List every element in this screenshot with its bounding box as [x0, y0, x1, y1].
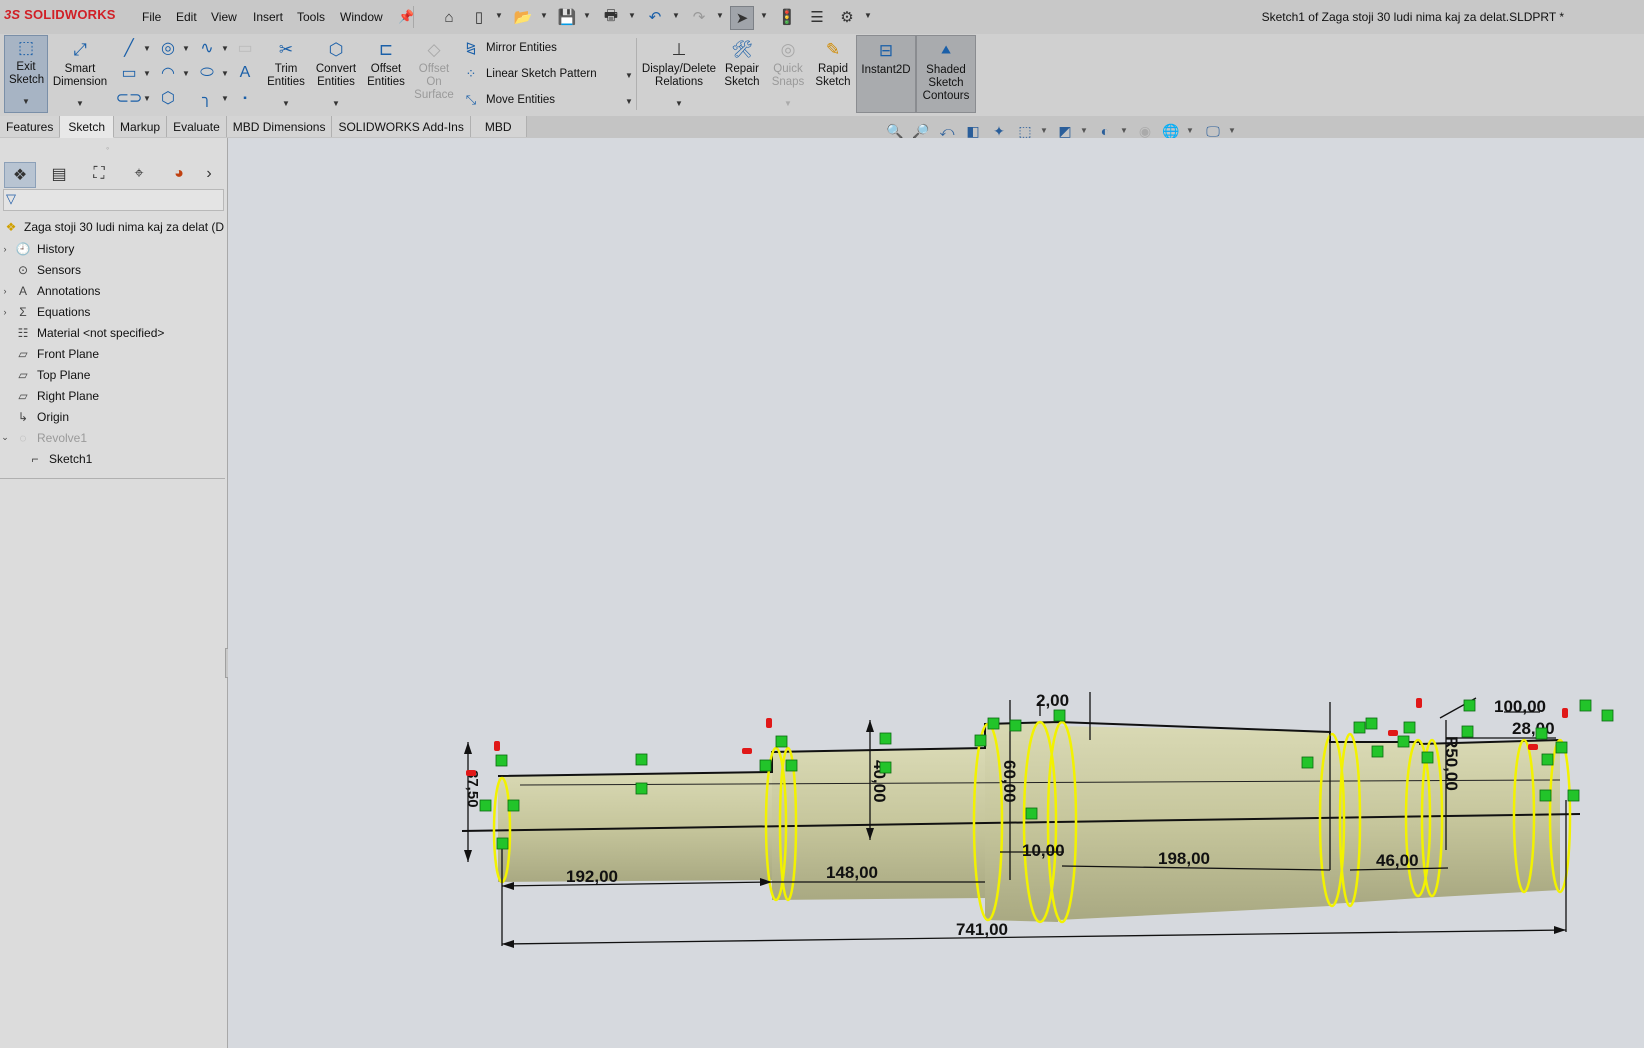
- dimension-28[interactable]: 28,00: [1512, 719, 1555, 738]
- dimension-192[interactable]: 192,00: [566, 867, 618, 886]
- dimension-2[interactable]: 2,00: [1036, 691, 1069, 710]
- dimension-46[interactable]: 46,00: [1376, 851, 1419, 870]
- dimension-148[interactable]: 148,00: [826, 863, 878, 882]
- sketch-canvas[interactable]: 192,00 148,00 10,00 198,00 46,00 741,00 …: [0, 0, 1644, 1048]
- shaft-segment-4[interactable]: [1058, 726, 1330, 920]
- dimension-198[interactable]: 198,00: [1158, 849, 1210, 868]
- dimension-60[interactable]: 60,00: [1000, 760, 1019, 803]
- dimension-741[interactable]: 741,00: [956, 920, 1008, 939]
- dimension-r50[interactable]: R50,00: [1442, 736, 1461, 791]
- dimension-100[interactable]: 100,00: [1494, 697, 1546, 716]
- dimension-10[interactable]: 10,00: [1022, 841, 1065, 860]
